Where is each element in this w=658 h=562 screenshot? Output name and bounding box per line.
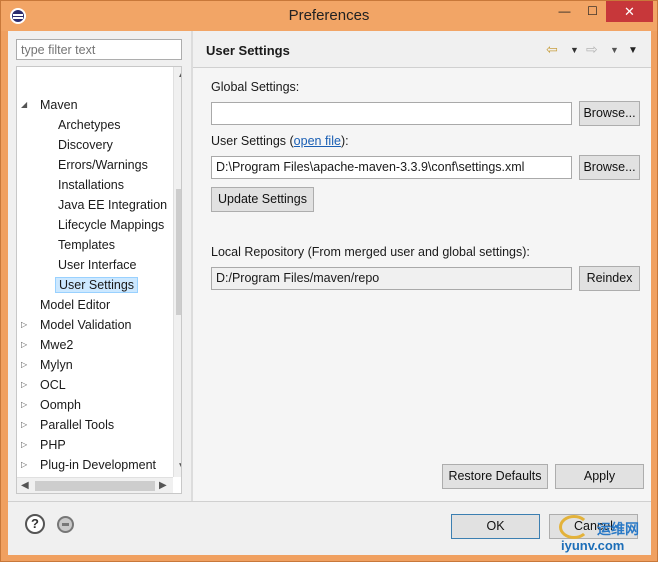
filter-input[interactable] [16, 39, 182, 60]
tree-item-label: Plug-in Development [40, 458, 157, 472]
tree-item[interactable]: Java EE Integration [55, 195, 170, 215]
collapsed-chevron-icon[interactable]: ▷ [21, 335, 31, 355]
collapsed-chevron-icon[interactable]: ▷ [21, 395, 31, 415]
back-arrow-icon[interactable]: ⇦ [546, 41, 558, 58]
forward-dropdown-icon[interactable]: ▼ [610, 45, 619, 55]
scroll-down-icon[interactable]: ▼ [177, 461, 181, 472]
tree-item-label: Lifecycle Mappings [58, 218, 165, 232]
tree-item-label: Mylyn [40, 358, 73, 372]
tree-item-label: Java EE Integration [58, 198, 168, 212]
preference-tree[interactable]: ◢ Maven Archetypes Discovery Errors/Warnings… [16, 66, 182, 494]
user-settings-label: User Settings ( [211, 134, 294, 148]
collapsed-chevron-icon[interactable]: ▷ [21, 355, 31, 375]
reindex-button[interactable]: Reindex [579, 266, 640, 291]
global-browse-button[interactable]: Browse... [579, 101, 640, 126]
tree-item[interactable]: ▷ OCL [21, 375, 69, 395]
close-button[interactable]: ✕ [606, 1, 653, 22]
ok-button[interactable]: OK [451, 514, 540, 539]
global-settings-label: Global Settings: [211, 80, 300, 94]
tree-item[interactable]: ▷ Model Validation [21, 315, 135, 335]
tree-item-label: Parallel Tools [40, 418, 115, 432]
user-browse-button[interactable]: Browse... [579, 155, 640, 180]
tree-horizontal-scrollbar[interactable]: ◀ ▶ [17, 477, 173, 493]
collapsed-chevron-icon[interactable]: ▷ [21, 375, 31, 395]
horizontal-scroll-thumb[interactable] [35, 481, 155, 491]
tree-item[interactable]: Errors/Warnings [55, 155, 151, 175]
tree-item[interactable]: ▷ Mwe2 [21, 335, 76, 355]
minimize-button[interactable]: — [551, 1, 578, 22]
forward-arrow-icon[interactable]: ⇨ [586, 41, 598, 58]
scroll-up-icon[interactable]: ▲ [177, 69, 181, 80]
user-settings-suffix: ): [340, 134, 349, 148]
preferences-window: Preferences — ☐ ✕ ◢ Maven Archetypes Discov… [0, 0, 658, 562]
tree-item-label: User Settings [55, 277, 139, 293]
tree-item[interactable]: ▷ Plug-in Development [21, 455, 159, 475]
tree-vertical-scrollbar[interactable]: ▲ ▼ [173, 67, 181, 477]
watermark-logo: 运维网 iyunv.com [553, 509, 651, 555]
dialog-client-area: ◢ Maven Archetypes Discovery Errors/Warnings… [8, 31, 651, 555]
view-menu-icon[interactable]: ▼ [628, 45, 638, 56]
tree-item-label: Discovery [58, 138, 113, 152]
tree-item[interactable]: User Settings [55, 275, 139, 295]
local-repository-label: Local Repository (From merged user and g… [211, 245, 530, 259]
maximize-button[interactable]: ☐ [579, 1, 606, 22]
tree-item-label: Model Validation [40, 318, 132, 332]
open-file-link[interactable]: open file [294, 134, 341, 148]
tree-item[interactable]: ▷ Oomph [21, 395, 84, 415]
back-dropdown-icon[interactable]: ▼ [570, 45, 579, 55]
tree-item[interactable]: ◢ Maven [21, 95, 81, 115]
tree-item-label: PHP [40, 438, 66, 452]
tree-item-label: User Interface [58, 258, 137, 272]
vertical-scroll-thumb[interactable] [176, 189, 181, 315]
scroll-left-icon[interactable]: ◀ [21, 480, 29, 491]
page-title: User Settings [206, 43, 290, 58]
tree-item[interactable]: ▷ Parallel Tools [21, 415, 117, 435]
tree-item-label: OCL [40, 378, 66, 392]
tree-item-label: Oomph [40, 398, 81, 412]
tree-item[interactable]: Archetypes [55, 115, 124, 135]
collapsed-chevron-icon[interactable]: ▷ [21, 455, 31, 475]
tree-item[interactable]: Installations [55, 175, 127, 195]
apply-button[interactable]: Apply [555, 464, 644, 489]
tree-item[interactable]: User Interface [55, 255, 140, 275]
tree-item-label: Installations [58, 178, 125, 192]
tree-item-label: Model Editor [40, 298, 111, 312]
tree-item[interactable]: Discovery [55, 135, 116, 155]
restore-defaults-button[interactable]: Restore Defaults [442, 464, 548, 489]
collapsed-chevron-icon[interactable]: ▷ [21, 315, 31, 335]
user-settings-field[interactable]: D:\Program Files\apache-maven-3.3.9\conf… [211, 156, 572, 179]
footer-separator [8, 501, 651, 502]
tree-item-label: Archetypes [58, 118, 121, 132]
update-settings-button[interactable]: Update Settings [211, 187, 314, 212]
collapsed-chevron-icon[interactable]: ▷ [21, 435, 31, 455]
expanded-chevron-icon[interactable]: ◢ [21, 95, 31, 115]
global-settings-field[interactable] [211, 102, 572, 125]
tree-item-label: Errors/Warnings [58, 158, 148, 172]
tree-item[interactable]: Templates [55, 235, 118, 255]
watermark-top-text: 运维网 [597, 521, 639, 537]
help-icon[interactable]: ? [25, 514, 45, 534]
tree-item[interactable]: Model Editor [37, 295, 113, 315]
title-bar[interactable]: Preferences — ☐ ✕ [1, 1, 657, 31]
tree-item-label: Templates [58, 238, 115, 252]
tree-item[interactable]: ▷ PHP [21, 435, 69, 455]
local-repository-field: D:/Program Files/maven/repo [211, 267, 572, 290]
user-settings-label-row: User Settings (open file): [211, 134, 349, 148]
tree-item[interactable]: Lifecycle Mappings [55, 215, 167, 235]
collapsed-chevron-icon[interactable]: ▷ [21, 415, 31, 435]
scroll-right-icon[interactable]: ▶ [159, 480, 167, 491]
tree-item[interactable]: ▷ Mylyn [21, 355, 76, 375]
tree-item-label: Maven [40, 98, 78, 112]
user-settings-pane: Global Settings: Browse... User Settings… [193, 68, 651, 501]
watermark-bottom-text: iyunv.com [561, 538, 625, 553]
watermark-ring-icon [559, 515, 589, 539]
oomph-preference-recorder-icon[interactable] [57, 516, 74, 533]
tree-item-label: Mwe2 [40, 338, 74, 352]
